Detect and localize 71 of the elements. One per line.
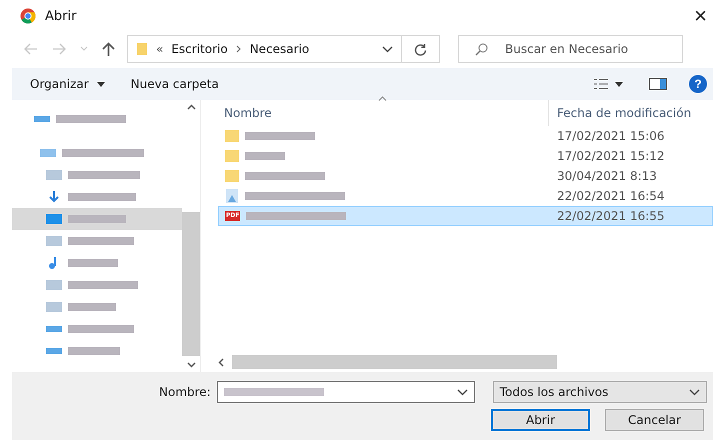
breadcrumb-overflow[interactable]: « bbox=[156, 42, 164, 56]
organize-menu-button[interactable]: Organizar bbox=[26, 75, 109, 93]
up-arrow-icon[interactable] bbox=[102, 42, 115, 56]
preview-pane-icon bbox=[649, 78, 667, 90]
file-type-dropdown[interactable]: Todos los archivos bbox=[492, 381, 707, 403]
browser-logo-icon bbox=[20, 8, 36, 24]
help-button[interactable]: ? bbox=[689, 75, 707, 93]
date-cell-text: 30/04/2021 8:13 bbox=[556, 169, 658, 183]
chevron-down-icon[interactable] bbox=[456, 388, 468, 396]
breadcrumb-item[interactable]: Escritorio bbox=[171, 42, 228, 56]
date-cell-text: 17/02/2021 15:06 bbox=[556, 129, 666, 143]
folder-icon bbox=[46, 213, 62, 225]
folder-icon bbox=[225, 130, 239, 142]
column-header[interactable]: Nombre bbox=[218, 106, 548, 120]
chevron-down-icon bbox=[688, 388, 700, 396]
back-arrow-icon[interactable] bbox=[24, 43, 38, 55]
blurred-label bbox=[68, 215, 126, 223]
date-cell-text: 22/02/2021 16:55 bbox=[556, 209, 666, 223]
folder-icon bbox=[136, 42, 148, 56]
blurred-label bbox=[68, 237, 134, 245]
file-row[interactable]: 17/02/2021 15:12 bbox=[218, 146, 713, 166]
blurred-label bbox=[68, 193, 136, 201]
folder-icon bbox=[225, 170, 239, 182]
image-file-icon bbox=[225, 189, 239, 203]
sort-caret-icon bbox=[378, 96, 387, 101]
folder-icon bbox=[46, 169, 62, 181]
refresh-icon bbox=[414, 42, 427, 56]
date-cell-text: 22/02/2021 16:54 bbox=[556, 189, 666, 203]
scroll-left-icon[interactable] bbox=[218, 358, 224, 366]
breadcrumb-item[interactable]: Necesario bbox=[250, 42, 310, 56]
drive-icon bbox=[34, 113, 50, 125]
folder-icon bbox=[46, 301, 62, 313]
window-title: Abrir bbox=[45, 8, 76, 24]
new-folder-button[interactable]: Nueva carpeta bbox=[126, 75, 223, 93]
blurred-label bbox=[68, 259, 118, 267]
blurred-label bbox=[56, 115, 126, 123]
sidebar-item[interactable] bbox=[12, 208, 182, 230]
search-field[interactable]: Buscar en Necesario bbox=[458, 35, 683, 63]
caret-icon bbox=[96, 82, 105, 86]
blurred-label bbox=[245, 132, 315, 140]
blurred-label bbox=[68, 347, 120, 355]
file-row[interactable]: 30/04/2021 8:13 bbox=[218, 166, 713, 186]
file-row[interactable]: 22/02/2021 16:54 bbox=[218, 186, 713, 206]
chevron-down-icon[interactable] bbox=[382, 46, 393, 52]
refresh-button[interactable] bbox=[402, 35, 440, 63]
scroll-down-icon[interactable] bbox=[186, 362, 196, 368]
blurred-label bbox=[245, 152, 285, 160]
blurred-label bbox=[68, 171, 140, 179]
scroll-up-icon[interactable] bbox=[186, 104, 196, 110]
column-header[interactable]: Fecha de modificación bbox=[548, 100, 713, 126]
folder-icon bbox=[225, 150, 239, 162]
blurred-label bbox=[68, 281, 138, 289]
folder-icon bbox=[46, 235, 62, 247]
date-cell-text: 17/02/2021 15:12 bbox=[556, 149, 666, 163]
computer-icon bbox=[40, 147, 56, 159]
folder-icon bbox=[46, 279, 62, 291]
drive-icon bbox=[46, 345, 62, 357]
address-bar[interactable]: « Escritorio Necesario bbox=[127, 35, 402, 63]
cancel-button[interactable]: Cancelar bbox=[605, 409, 704, 431]
forward-arrow-icon[interactable] bbox=[52, 43, 66, 55]
list-view-icon bbox=[593, 78, 609, 90]
drive-icon bbox=[46, 323, 62, 335]
open-button[interactable]: Abrir bbox=[491, 409, 590, 431]
chevron-right-icon bbox=[236, 45, 242, 53]
caret-icon bbox=[615, 82, 623, 86]
blurred-label bbox=[68, 325, 134, 333]
blurred-label bbox=[68, 303, 116, 311]
close-button[interactable]: × bbox=[688, 3, 713, 29]
file-name-field[interactable] bbox=[216, 381, 475, 403]
file-name-label: Nombre: bbox=[159, 385, 211, 399]
file-row[interactable]: 17/02/2021 15:06 bbox=[218, 126, 713, 146]
